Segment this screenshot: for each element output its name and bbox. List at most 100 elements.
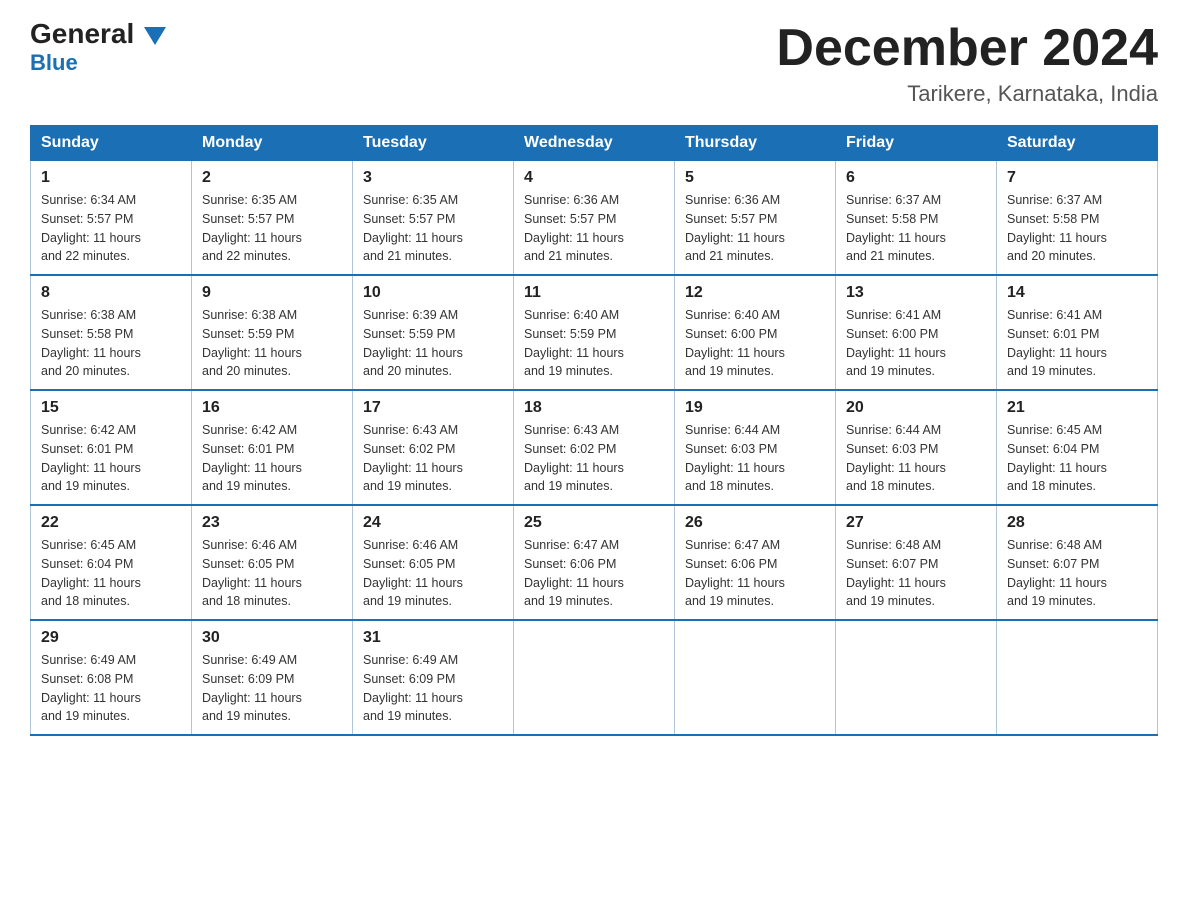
day-number: 24 [363, 514, 503, 532]
calendar-week-1: 1 Sunrise: 6:34 AMSunset: 5:57 PMDayligh… [31, 161, 1158, 276]
day-info: Sunrise: 6:35 AMSunset: 5:57 PMDaylight:… [363, 193, 463, 263]
day-info: Sunrise: 6:35 AMSunset: 5:57 PMDaylight:… [202, 193, 302, 263]
day-info: Sunrise: 6:40 AMSunset: 6:00 PMDaylight:… [685, 308, 785, 378]
day-number: 15 [41, 399, 181, 417]
calendar-cell: 11 Sunrise: 6:40 AMSunset: 5:59 PMDaylig… [514, 275, 675, 390]
header-tuesday: Tuesday [353, 126, 514, 161]
logo-blue-text: Blue [30, 50, 78, 76]
calendar-cell: 27 Sunrise: 6:48 AMSunset: 6:07 PMDaylig… [836, 505, 997, 620]
calendar-cell: 22 Sunrise: 6:45 AMSunset: 6:04 PMDaylig… [31, 505, 192, 620]
day-number: 6 [846, 169, 986, 187]
header-wednesday: Wednesday [514, 126, 675, 161]
day-info: Sunrise: 6:41 AMSunset: 6:01 PMDaylight:… [1007, 308, 1107, 378]
day-number: 25 [524, 514, 664, 532]
calendar-cell: 9 Sunrise: 6:38 AMSunset: 5:59 PMDayligh… [192, 275, 353, 390]
calendar-cell [997, 620, 1158, 735]
day-info: Sunrise: 6:44 AMSunset: 6:03 PMDaylight:… [846, 423, 946, 493]
day-number: 11 [524, 284, 664, 302]
header-sunday: Sunday [31, 126, 192, 161]
header-thursday: Thursday [675, 126, 836, 161]
day-info: Sunrise: 6:47 AMSunset: 6:06 PMDaylight:… [524, 538, 624, 608]
day-info: Sunrise: 6:43 AMSunset: 6:02 PMDaylight:… [363, 423, 463, 493]
calendar-cell [514, 620, 675, 735]
day-info: Sunrise: 6:36 AMSunset: 5:57 PMDaylight:… [685, 193, 785, 263]
calendar-cell: 5 Sunrise: 6:36 AMSunset: 5:57 PMDayligh… [675, 161, 836, 276]
header-monday: Monday [192, 126, 353, 161]
day-number: 20 [846, 399, 986, 417]
day-number: 9 [202, 284, 342, 302]
day-number: 18 [524, 399, 664, 417]
day-info: Sunrise: 6:48 AMSunset: 6:07 PMDaylight:… [846, 538, 946, 608]
day-number: 13 [846, 284, 986, 302]
day-info: Sunrise: 6:36 AMSunset: 5:57 PMDaylight:… [524, 193, 624, 263]
calendar-cell: 26 Sunrise: 6:47 AMSunset: 6:06 PMDaylig… [675, 505, 836, 620]
day-info: Sunrise: 6:45 AMSunset: 6:04 PMDaylight:… [41, 538, 141, 608]
calendar-cell: 19 Sunrise: 6:44 AMSunset: 6:03 PMDaylig… [675, 390, 836, 505]
day-info: Sunrise: 6:38 AMSunset: 5:59 PMDaylight:… [202, 308, 302, 378]
day-info: Sunrise: 6:38 AMSunset: 5:58 PMDaylight:… [41, 308, 141, 378]
day-number: 31 [363, 629, 503, 647]
day-info: Sunrise: 6:49 AMSunset: 6:09 PMDaylight:… [202, 653, 302, 723]
day-number: 1 [41, 169, 181, 187]
day-number: 4 [524, 169, 664, 187]
calendar-cell: 17 Sunrise: 6:43 AMSunset: 6:02 PMDaylig… [353, 390, 514, 505]
calendar-cell: 4 Sunrise: 6:36 AMSunset: 5:57 PMDayligh… [514, 161, 675, 276]
day-number: 10 [363, 284, 503, 302]
calendar-cell: 10 Sunrise: 6:39 AMSunset: 5:59 PMDaylig… [353, 275, 514, 390]
day-number: 29 [41, 629, 181, 647]
calendar-cell: 14 Sunrise: 6:41 AMSunset: 6:01 PMDaylig… [997, 275, 1158, 390]
day-info: Sunrise: 6:44 AMSunset: 6:03 PMDaylight:… [685, 423, 785, 493]
day-number: 16 [202, 399, 342, 417]
calendar-table: Sunday Monday Tuesday Wednesday Thursday… [30, 125, 1158, 736]
calendar-week-3: 15 Sunrise: 6:42 AMSunset: 6:01 PMDaylig… [31, 390, 1158, 505]
month-title: December 2024 [776, 20, 1158, 77]
day-info: Sunrise: 6:41 AMSunset: 6:00 PMDaylight:… [846, 308, 946, 378]
calendar-cell: 30 Sunrise: 6:49 AMSunset: 6:09 PMDaylig… [192, 620, 353, 735]
day-number: 19 [685, 399, 825, 417]
day-info: Sunrise: 6:39 AMSunset: 5:59 PMDaylight:… [363, 308, 463, 378]
calendar-cell: 18 Sunrise: 6:43 AMSunset: 6:02 PMDaylig… [514, 390, 675, 505]
calendar-cell: 6 Sunrise: 6:37 AMSunset: 5:58 PMDayligh… [836, 161, 997, 276]
calendar-cell: 12 Sunrise: 6:40 AMSunset: 6:00 PMDaylig… [675, 275, 836, 390]
day-number: 28 [1007, 514, 1147, 532]
day-number: 22 [41, 514, 181, 532]
day-info: Sunrise: 6:42 AMSunset: 6:01 PMDaylight:… [202, 423, 302, 493]
day-number: 17 [363, 399, 503, 417]
day-info: Sunrise: 6:48 AMSunset: 6:07 PMDaylight:… [1007, 538, 1107, 608]
day-info: Sunrise: 6:43 AMSunset: 6:02 PMDaylight:… [524, 423, 624, 493]
calendar-week-2: 8 Sunrise: 6:38 AMSunset: 5:58 PMDayligh… [31, 275, 1158, 390]
page-header: General Blue December 2024 Tarikere, Kar… [30, 20, 1158, 107]
header-friday: Friday [836, 126, 997, 161]
day-number: 23 [202, 514, 342, 532]
calendar-cell: 13 Sunrise: 6:41 AMSunset: 6:00 PMDaylig… [836, 275, 997, 390]
calendar-week-5: 29 Sunrise: 6:49 AMSunset: 6:08 PMDaylig… [31, 620, 1158, 735]
header-saturday: Saturday [997, 126, 1158, 161]
calendar-header-row: Sunday Monday Tuesday Wednesday Thursday… [31, 126, 1158, 161]
calendar-cell: 16 Sunrise: 6:42 AMSunset: 6:01 PMDaylig… [192, 390, 353, 505]
day-number: 12 [685, 284, 825, 302]
day-info: Sunrise: 6:45 AMSunset: 6:04 PMDaylight:… [1007, 423, 1107, 493]
day-number: 30 [202, 629, 342, 647]
logo: General Blue [30, 20, 166, 76]
calendar-cell: 28 Sunrise: 6:48 AMSunset: 6:07 PMDaylig… [997, 505, 1158, 620]
day-number: 8 [41, 284, 181, 302]
calendar-cell: 31 Sunrise: 6:49 AMSunset: 6:09 PMDaylig… [353, 620, 514, 735]
day-info: Sunrise: 6:37 AMSunset: 5:58 PMDaylight:… [846, 193, 946, 263]
calendar-cell: 3 Sunrise: 6:35 AMSunset: 5:57 PMDayligh… [353, 161, 514, 276]
day-info: Sunrise: 6:47 AMSunset: 6:06 PMDaylight:… [685, 538, 785, 608]
title-block: December 2024 Tarikere, Karnataka, India [776, 20, 1158, 107]
calendar-cell: 20 Sunrise: 6:44 AMSunset: 6:03 PMDaylig… [836, 390, 997, 505]
location: Tarikere, Karnataka, India [776, 81, 1158, 107]
day-info: Sunrise: 6:37 AMSunset: 5:58 PMDaylight:… [1007, 193, 1107, 263]
day-info: Sunrise: 6:49 AMSunset: 6:08 PMDaylight:… [41, 653, 141, 723]
calendar-cell [836, 620, 997, 735]
day-number: 14 [1007, 284, 1147, 302]
calendar-cell: 25 Sunrise: 6:47 AMSunset: 6:06 PMDaylig… [514, 505, 675, 620]
calendar-cell: 23 Sunrise: 6:46 AMSunset: 6:05 PMDaylig… [192, 505, 353, 620]
day-info: Sunrise: 6:49 AMSunset: 6:09 PMDaylight:… [363, 653, 463, 723]
calendar-cell [675, 620, 836, 735]
calendar-cell: 24 Sunrise: 6:46 AMSunset: 6:05 PMDaylig… [353, 505, 514, 620]
logo-general: General [30, 20, 166, 48]
calendar-cell: 21 Sunrise: 6:45 AMSunset: 6:04 PMDaylig… [997, 390, 1158, 505]
day-number: 5 [685, 169, 825, 187]
